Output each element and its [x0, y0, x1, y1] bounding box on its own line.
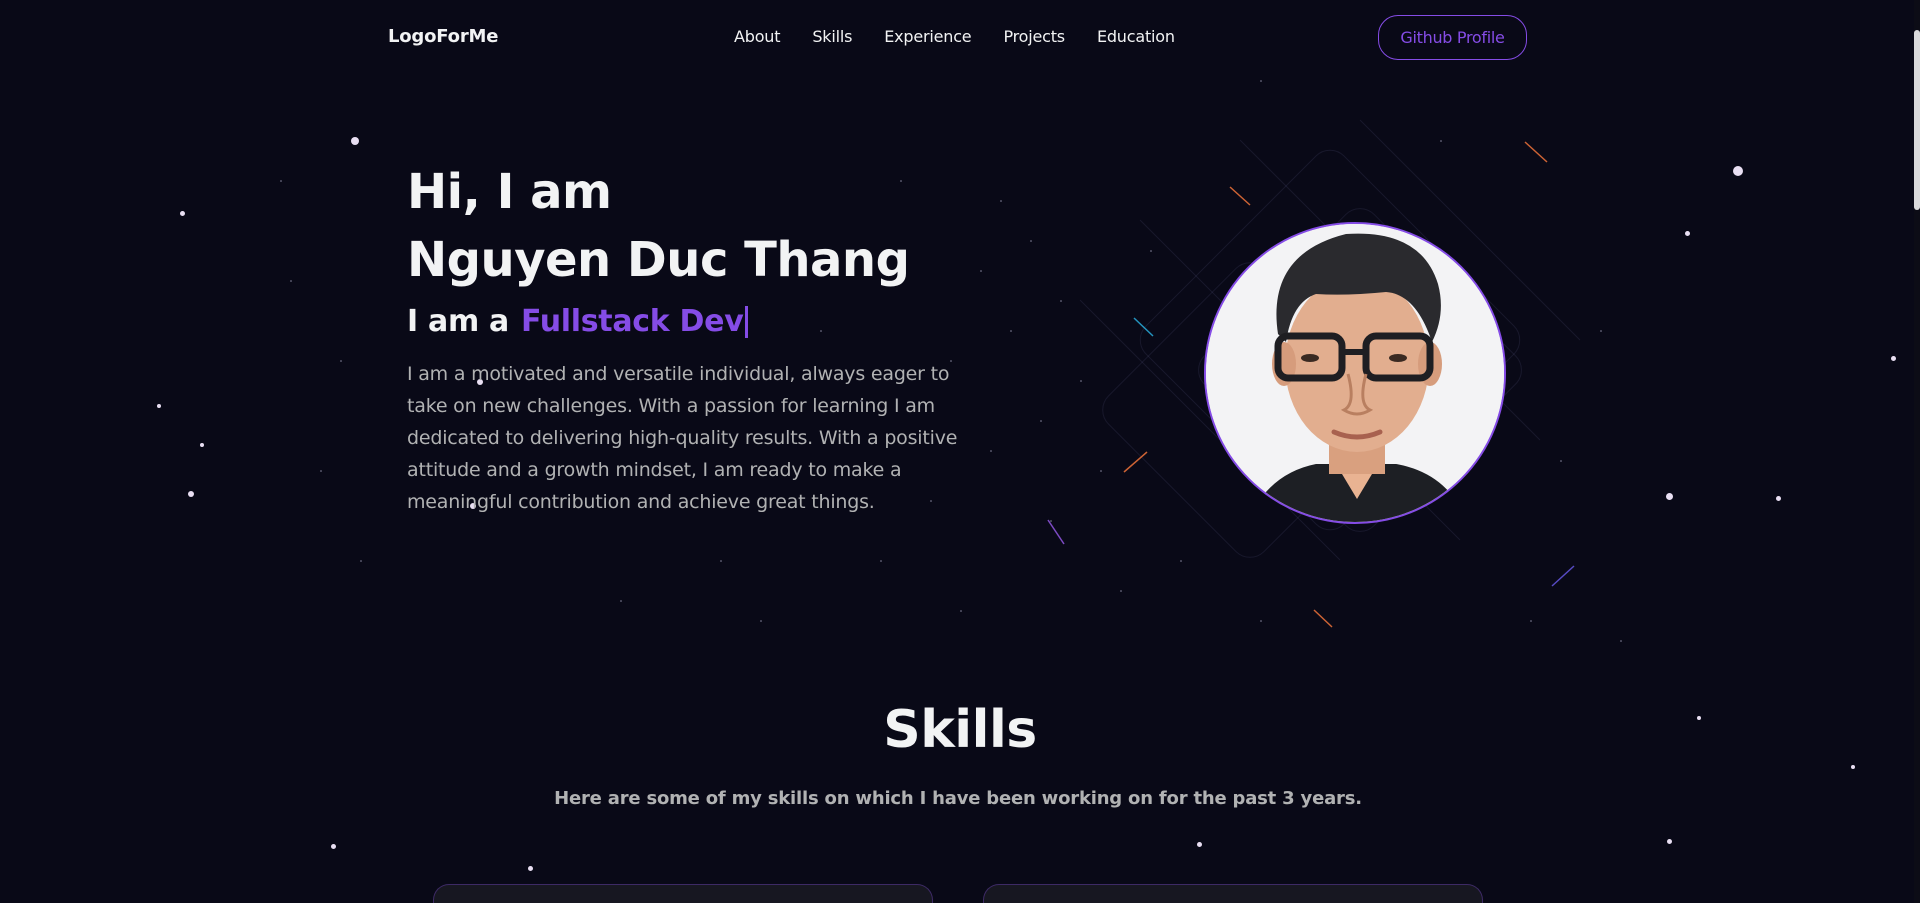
- star: [1891, 356, 1896, 361]
- star: [351, 137, 359, 145]
- star: [331, 844, 336, 849]
- scrollbar-track[interactable]: [1914, 0, 1920, 903]
- skill-card: [983, 884, 1483, 903]
- nav-links: About Skills Experience Projects Educati…: [734, 27, 1175, 46]
- logo[interactable]: LogoForMe: [388, 26, 498, 47]
- star: [1851, 765, 1855, 769]
- star: [1685, 231, 1690, 236]
- hero-role-typewriter: Fullstack Dev: [521, 303, 749, 339]
- star: [1776, 496, 1781, 501]
- hero-name: Nguyen Duc Thang: [407, 232, 910, 288]
- skill-card: [433, 884, 933, 903]
- star: [528, 866, 533, 871]
- top-navbar: LogoForMe About Skills Experience Projec…: [0, 0, 1920, 77]
- nav-link-skills[interactable]: Skills: [812, 27, 852, 46]
- typewriter-caret: [745, 306, 749, 338]
- skills-section-subtitle: Here are some of my skills on which I ha…: [554, 788, 1362, 809]
- star: [188, 491, 194, 497]
- star: [1666, 493, 1673, 500]
- skills-section-title: Skills: [883, 700, 1037, 760]
- nav-link-experience[interactable]: Experience: [884, 27, 971, 46]
- hero-role-prefix: I am a: [407, 303, 509, 339]
- hero-text-block: Hi, I am Nguyen Duc Thang I am a Fullsta…: [407, 158, 967, 518]
- star: [157, 404, 161, 408]
- nav-link-projects[interactable]: Projects: [1003, 27, 1065, 46]
- github-profile-button[interactable]: Github Profile: [1378, 15, 1527, 60]
- nav-link-about[interactable]: About: [734, 27, 781, 46]
- star: [1733, 166, 1743, 176]
- scrollbar-thumb[interactable]: [1914, 30, 1920, 210]
- star: [1197, 842, 1202, 847]
- hero-role-text: Fullstack Dev: [521, 303, 744, 339]
- hero-role-line: I am a Fullstack Dev: [407, 300, 967, 342]
- nav-link-education[interactable]: Education: [1097, 27, 1175, 46]
- portfolio-page: LogoForMe About Skills Experience Projec…: [0, 0, 1920, 903]
- hero-description: I am a motivated and versatile individua…: [407, 363, 958, 513]
- star: [1667, 839, 1672, 844]
- profile-photo-icon: [1206, 224, 1504, 522]
- avatar: [1204, 222, 1506, 524]
- hero-greeting: Hi, I am: [407, 164, 612, 220]
- star: [180, 211, 185, 216]
- star: [200, 443, 204, 447]
